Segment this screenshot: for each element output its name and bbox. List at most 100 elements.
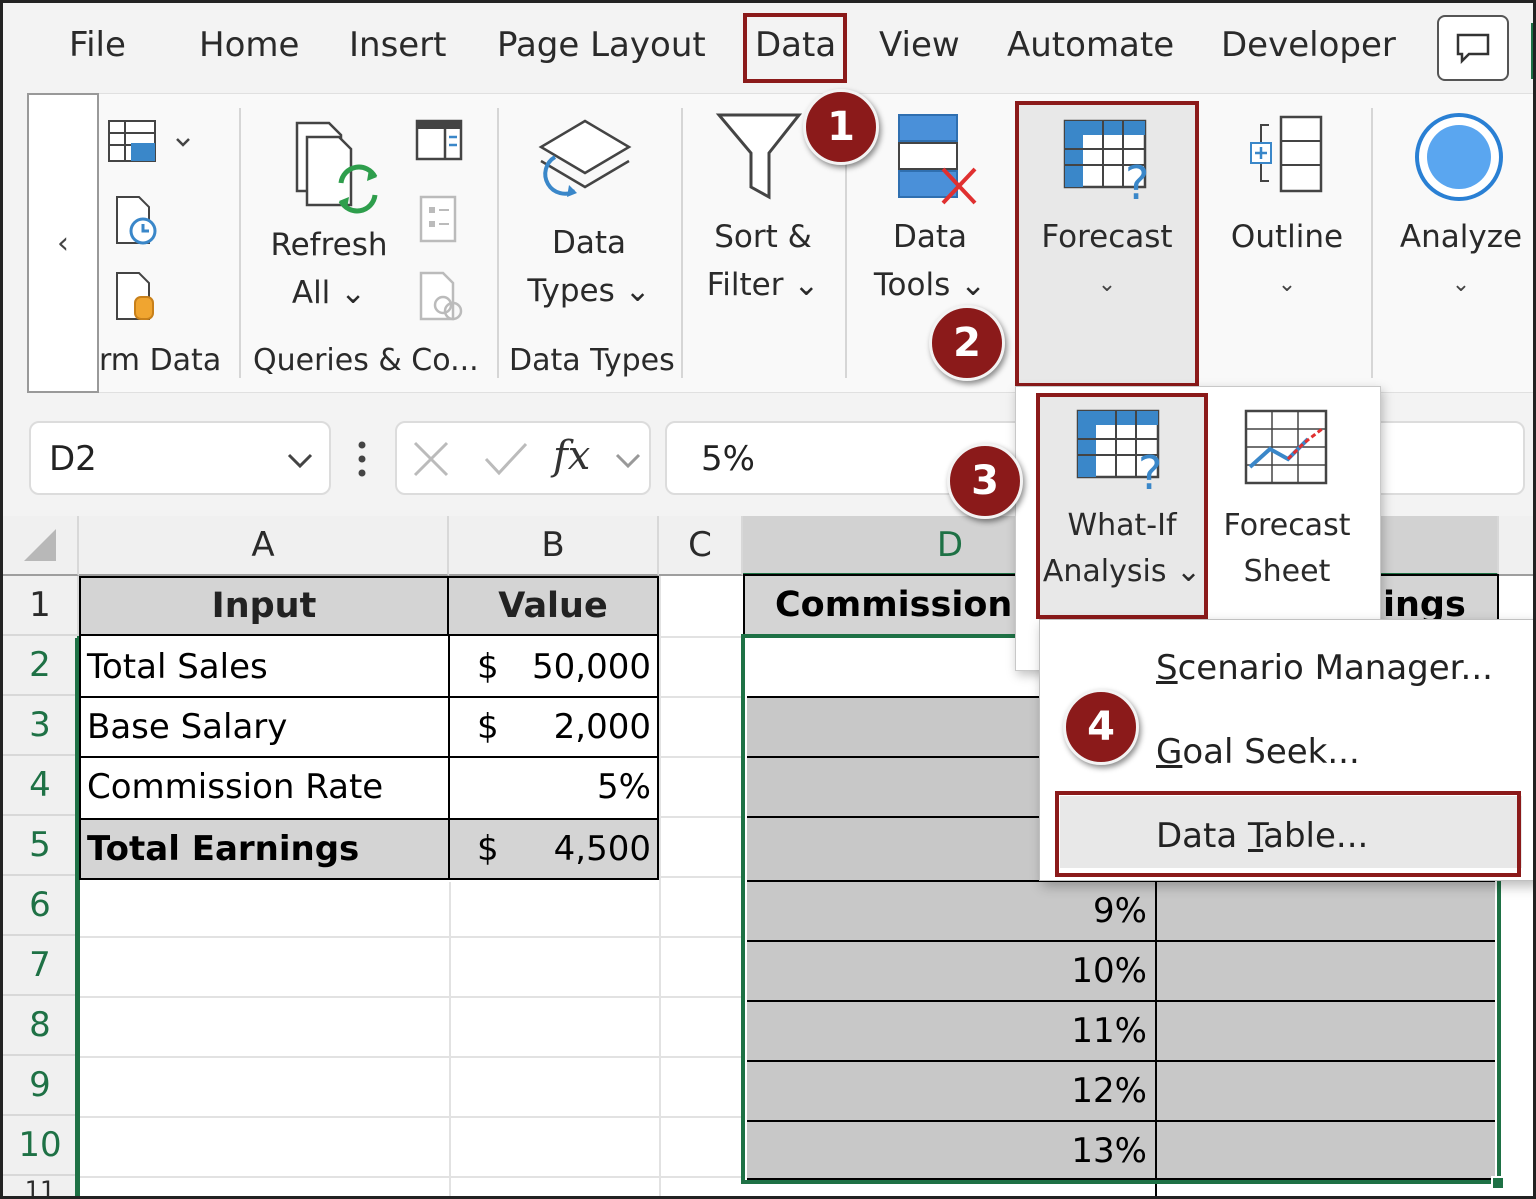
name-box[interactable]: D2 (29, 421, 331, 495)
outline-icon[interactable] (1247, 115, 1327, 197)
row-header-11[interactable]: 11 (3, 1176, 79, 1196)
row-header-6[interactable]: 6 (3, 876, 79, 936)
tab-page-layout[interactable]: Page Layout (497, 25, 706, 65)
data-types-label: Data (551, 225, 627, 261)
data-table-highlight-box (1055, 791, 1521, 877)
row-header-8[interactable]: 8 (3, 996, 79, 1056)
tab-insert[interactable]: Insert (349, 25, 447, 65)
table-rule (79, 756, 659, 758)
ribbon-separator (1371, 108, 1373, 378)
chevron-down-icon[interactable] (613, 451, 643, 471)
column-header-a[interactable]: A (79, 516, 449, 576)
from-table-icon[interactable] (107, 119, 197, 169)
tab-file[interactable]: File (69, 25, 126, 65)
table-rule (79, 696, 659, 698)
forecast-sheet-label: Forecast (1223, 508, 1351, 543)
more-options-icon[interactable] (355, 439, 369, 479)
scenario-manager-item[interactable]: Scenario Manager... (1156, 648, 1493, 688)
cancel-icon[interactable] (411, 439, 451, 479)
cell-a4[interactable]: Commission Rate (87, 760, 383, 814)
formula-buttons: fx (395, 421, 651, 495)
value-header-cell[interactable]: Value (449, 576, 659, 636)
data-tools-label: Data (892, 219, 968, 255)
gridline (659, 756, 743, 758)
cell-b3[interactable]: 2,000 (523, 700, 651, 754)
analyze-button[interactable]: Analyze ⌄ (1391, 213, 1531, 309)
cell-a3[interactable]: Base Salary (87, 700, 287, 754)
select-all-corner[interactable] (3, 516, 79, 576)
existing-connections-icon[interactable] (113, 271, 163, 323)
tab-home[interactable]: Home (199, 25, 299, 65)
recent-sources-icon[interactable] (113, 195, 163, 247)
ribbon-separator (497, 108, 499, 378)
what-if-highlight-box (1036, 393, 1208, 619)
row-header-1[interactable]: 1 (3, 576, 79, 636)
column-header-f[interactable] (1499, 516, 1533, 576)
column-header-c[interactable]: C (659, 516, 743, 576)
cell-a2[interactable]: Total Sales (87, 640, 268, 694)
name-box-value: D2 (49, 439, 97, 479)
row-header-2[interactable]: 2 (3, 636, 79, 696)
sort-filter-label: Sort & (714, 219, 812, 255)
step-badge-1: 1 (803, 89, 879, 165)
data-tab-highlight-box (743, 13, 847, 83)
analyze-icon[interactable] (1413, 111, 1505, 203)
data-types-label-2: Types ⌄ (527, 273, 651, 309)
cell-b4[interactable]: 5% (523, 760, 651, 814)
input-header-cell[interactable]: Input (79, 576, 449, 636)
comments-button[interactable] (1437, 15, 1509, 81)
outline-button[interactable]: Outline ⌄ (1217, 213, 1357, 309)
cell-b2[interactable]: 50,000 (523, 640, 651, 694)
row-header-10[interactable]: 10 (3, 1116, 79, 1176)
fill-handle[interactable] (1491, 1176, 1505, 1190)
queries-connections-icon[interactable] (415, 119, 465, 163)
chevron-left-icon: ‹ (57, 225, 69, 261)
tab-view[interactable]: View (879, 25, 960, 65)
data-tools-button[interactable]: Data Tools ⌄ (865, 213, 995, 309)
column-header-b[interactable]: B (449, 516, 659, 576)
row-header-3[interactable]: 3 (3, 696, 79, 756)
tab-automate[interactable]: Automate (1007, 25, 1174, 65)
sort-filter-label-2: Filter ⌄ (706, 267, 820, 303)
outline-label: Outline (1230, 219, 1344, 255)
row-header-7[interactable]: 7 (3, 936, 79, 996)
refresh-all-button[interactable]: Refresh All ⌄ (265, 221, 393, 317)
goal-seek-item[interactable]: Goal Seek... (1156, 732, 1360, 772)
queries-group-label: Queries & Co... (253, 343, 479, 378)
chevron-down-icon: ⌄ (1451, 272, 1471, 297)
share-button-edge[interactable] (1531, 23, 1533, 79)
cell-b2-currency: $ (477, 647, 499, 687)
ribbon-scroll-left-button[interactable]: ‹ (27, 93, 99, 393)
enter-check-icon[interactable] (483, 441, 529, 477)
select-all-triangle-icon (24, 529, 56, 561)
data-tools-icon[interactable] (897, 113, 981, 209)
table-rule (448, 636, 450, 880)
cell-b5[interactable]: 4,500 (523, 822, 651, 876)
gridline (79, 1176, 743, 1178)
insert-function-icon[interactable]: fx (553, 433, 590, 479)
filter-funnel-icon[interactable] (715, 111, 805, 203)
forecast-sheet-button[interactable]: Forecast Sheet (1212, 503, 1362, 595)
data-types-icon[interactable] (535, 117, 635, 213)
cell-a5[interactable]: Total Earnings (87, 822, 359, 876)
forecast-highlight-box (1015, 101, 1199, 387)
refresh-all-icon[interactable] (291, 115, 387, 215)
cell-d1[interactable]: Commission (775, 578, 1012, 632)
tab-developer[interactable]: Developer (1221, 25, 1396, 65)
data-tools-label-2: Tools ⌄ (873, 267, 987, 303)
menu-item-label: oal Seek... (1182, 732, 1360, 772)
step-badge-3: 3 (947, 443, 1023, 519)
sort-filter-button[interactable]: Sort & Filter ⌄ (693, 213, 833, 309)
row-header-4[interactable]: 4 (3, 756, 79, 816)
row-header-5[interactable]: 5 (3, 816, 79, 876)
gridline (659, 636, 743, 638)
data-types-button[interactable]: Data Types ⌄ (519, 219, 659, 315)
chevron-down-icon[interactable] (285, 451, 315, 471)
step-badge-4: 4 (1063, 689, 1139, 765)
row-header-9[interactable]: 9 (3, 1056, 79, 1116)
edit-links-icon[interactable] (419, 271, 465, 323)
properties-icon[interactable] (419, 195, 459, 245)
forecast-sheet-icon[interactable] (1242, 407, 1332, 487)
cell-b5-currency: $ (477, 829, 499, 869)
data-types-group-label: Data Types (509, 343, 675, 378)
